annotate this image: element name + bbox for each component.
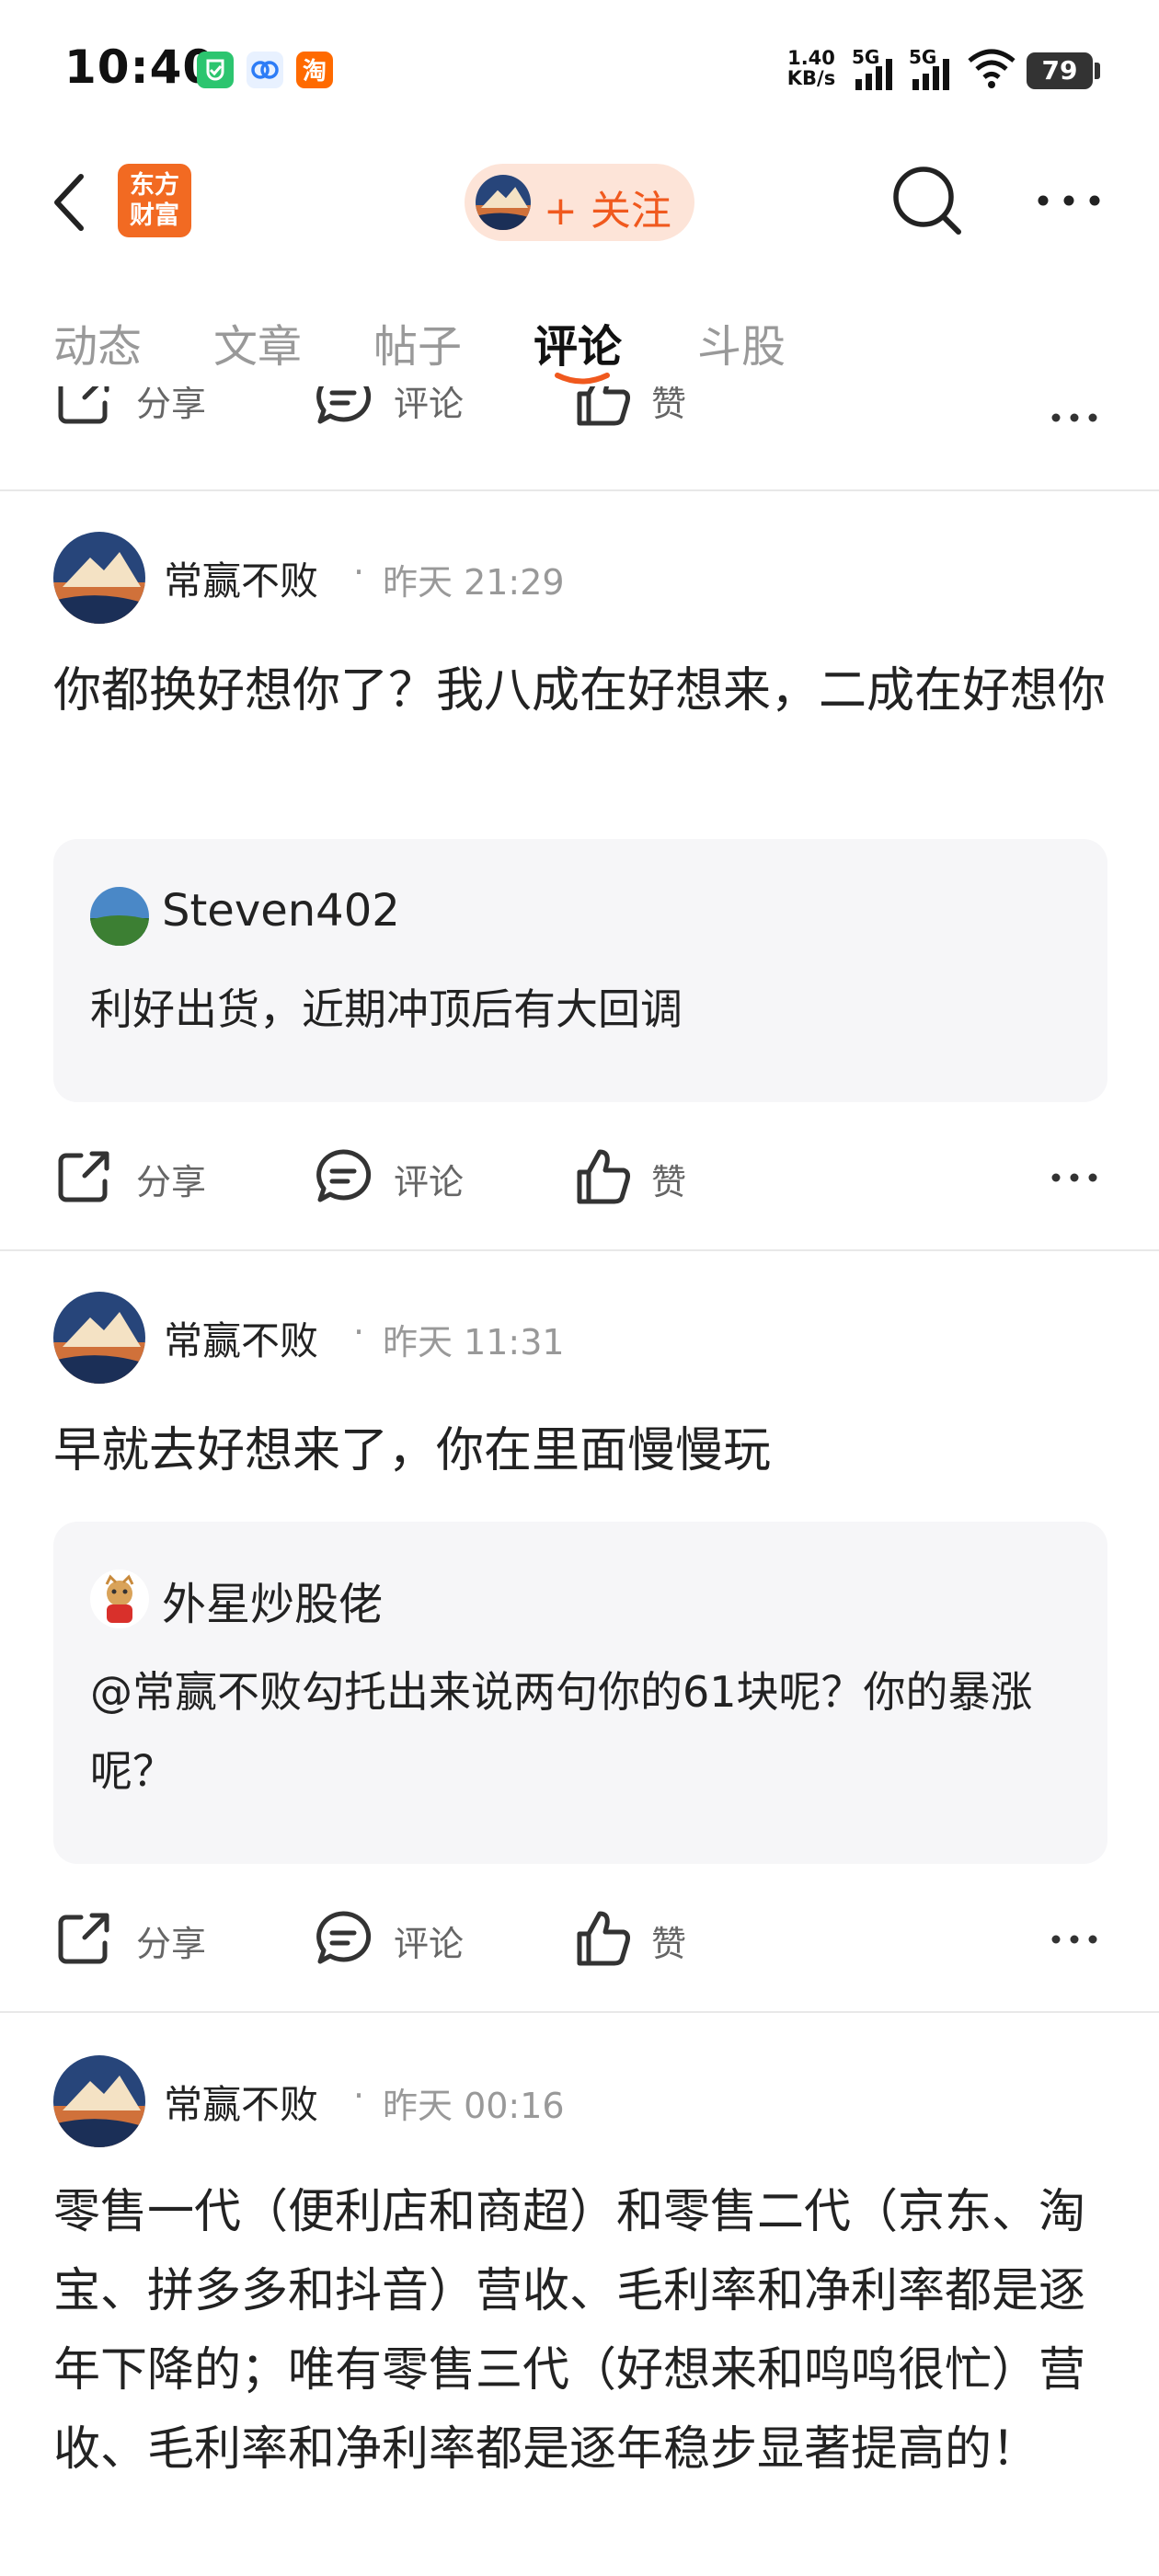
comment-button[interactable]: 评论: [313, 1908, 488, 1972]
like-button[interactable]: 赞: [572, 386, 710, 432]
comment-icon: [316, 386, 372, 424]
like-button[interactable]: 赞: [572, 1146, 710, 1211]
post-time: 昨天 21:29: [383, 562, 565, 603]
post-author[interactable]: 常赢不败: [164, 1310, 318, 1366]
tab-dongtai[interactable]: 动态: [53, 310, 142, 374]
network-speed: 1.40 KB/s: [786, 47, 836, 89]
battery-indicator: 79: [1027, 52, 1093, 89]
comment-button[interactable]: 评论: [313, 386, 488, 432]
action-row: 分享 评论 赞: [0, 386, 1159, 451]
like-label: 赞: [651, 1162, 687, 1202]
svg-text:淘: 淘: [303, 58, 327, 86]
tab-dougu[interactable]: 斗股: [697, 310, 786, 374]
search-button[interactable]: [889, 162, 966, 239]
thumbs-up-icon: [577, 1911, 630, 1966]
share-button[interactable]: 分享: [53, 386, 228, 432]
comment-icon: [316, 1149, 372, 1202]
more-horizontal-icon: [1051, 1935, 1097, 1944]
action-row: 分享 评论 赞: [0, 1146, 1159, 1211]
post-text[interactable]: 早就去好想来了，你在里面慢慢玩: [53, 1411, 1111, 1490]
status-time: 10:40: [64, 40, 216, 94]
comment-label: 评论: [394, 1924, 465, 1964]
like-button[interactable]: 赞: [572, 1908, 710, 1972]
tab-wenzhang[interactable]: 文章: [213, 310, 302, 374]
post-author[interactable]: 常赢不败: [164, 550, 318, 606]
post-dot: ·: [353, 552, 365, 592]
share-icon: [58, 1151, 109, 1202]
more-button[interactable]: [1034, 180, 1104, 221]
tab-pinglun[interactable]: 评论: [534, 310, 622, 374]
divider: [0, 2011, 1159, 2013]
post-time: 昨天 00:16: [383, 2086, 565, 2126]
divider: [0, 1249, 1159, 1251]
post-dot: ·: [353, 2076, 365, 2116]
quoted-text: @常赢不败勾托出来说两句你的61块呢？你的暴涨呢？: [90, 1667, 1033, 1796]
active-tab-indicator: [555, 373, 610, 385]
quoted-author: Steven402: [162, 885, 400, 937]
more-horizontal-icon: [1051, 1173, 1097, 1182]
post-author[interactable]: 常赢不败: [164, 2074, 318, 2130]
share-icon: [58, 1913, 109, 1964]
more-options-button[interactable]: [1049, 1908, 1104, 1972]
share-label: 分享: [136, 386, 207, 424]
more-horizontal-icon: [1038, 195, 1100, 206]
share-label: 分享: [136, 1924, 207, 1964]
thumbs-up-icon: [577, 386, 630, 426]
avatar: [90, 1570, 149, 1628]
eastmoney-logo: 东方 财富: [118, 164, 191, 237]
taobao-app-icon: 淘: [296, 52, 333, 88]
shield-app-icon: [197, 52, 234, 88]
back-arrow-icon: [54, 174, 84, 231]
post-text[interactable]: 你都换好想你了？我八成在好想来，二成在好想你: [53, 651, 1111, 730]
divider: [0, 489, 1159, 491]
back-button[interactable]: [46, 167, 98, 237]
quoted-comment[interactable]: Steven402 利好出货，近期冲顶后有大回调: [53, 839, 1107, 1102]
quoted-author: 外星炒股佬: [162, 1579, 384, 1630]
share-icon: [58, 386, 109, 424]
search-icon: [893, 167, 961, 235]
comment-icon: [316, 1911, 372, 1964]
battery-tip: [1095, 63, 1100, 79]
avatar[interactable]: [53, 1292, 145, 1384]
avatar[interactable]: [53, 2055, 145, 2147]
post-dot: ·: [353, 1312, 365, 1352]
post-time: 昨天 11:31: [383, 1322, 565, 1363]
browser-app-icon: [247, 52, 283, 88]
follow-label: + 关注: [544, 188, 671, 235]
wifi-icon: [966, 48, 1017, 90]
more-options-button[interactable]: [1049, 386, 1104, 451]
avatar: [476, 175, 531, 230]
comment-label: 评论: [394, 1162, 465, 1202]
post-text[interactable]: 零售一代（便利店和商超）和零售二代（京东、淘宝、拼多多和抖音）营收、毛利率和净利…: [53, 2173, 1111, 2490]
status-bar: 10:40 淘 1.40 KB/s 5G 5G 79: [0, 0, 1159, 138]
comment-label: 评论: [394, 386, 465, 424]
thumbs-up-icon: [577, 1149, 630, 1204]
like-label: 赞: [651, 386, 687, 424]
like-label: 赞: [651, 1924, 687, 1964]
share-button[interactable]: 分享: [53, 1908, 228, 1972]
action-row: 分享 评论 赞: [0, 1908, 1159, 1972]
signal-5g-2-icon: 5G: [909, 46, 958, 94]
tab-tiezi[interactable]: 帖子: [373, 310, 462, 374]
signal-5g-1-icon: 5G: [852, 46, 901, 94]
avatar[interactable]: [53, 532, 145, 624]
follow-button[interactable]: + 关注: [465, 164, 694, 241]
more-options-button[interactable]: [1049, 1146, 1104, 1211]
quoted-comment[interactable]: 外星炒股佬 @常赢不败勾托出来说两句你的61块呢？你的暴涨呢？: [53, 1522, 1107, 1864]
share-button[interactable]: 分享: [53, 1146, 228, 1211]
more-horizontal-icon: [1051, 413, 1097, 422]
share-label: 分享: [136, 1162, 207, 1202]
avatar: [90, 887, 149, 946]
quoted-text: 利好出货，近期冲顶后有大回调: [90, 984, 683, 1034]
comment-button[interactable]: 评论: [313, 1146, 488, 1211]
